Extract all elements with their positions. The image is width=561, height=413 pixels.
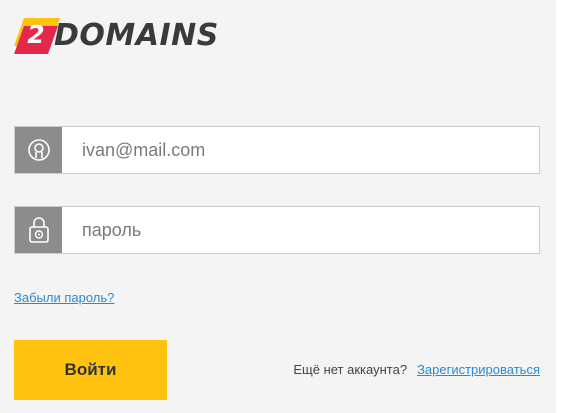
- user-icon: [15, 127, 62, 173]
- lock-icon: [15, 207, 62, 253]
- logo[interactable]: 2 DOMAINS: [14, 16, 219, 56]
- login-panel: 2 DOMAINS Забыли пароль? Войти Ещё нет: [0, 0, 556, 413]
- register-link[interactable]: Зарегистрироваться: [417, 362, 540, 377]
- email-field[interactable]: [14, 126, 540, 174]
- logo-mark: 2: [14, 16, 62, 56]
- password-input[interactable]: [62, 207, 539, 253]
- signup-question: Ещё нет аккаунта?: [293, 362, 408, 377]
- signup-row: Ещё нет аккаунта? Зарегистрироваться: [293, 362, 540, 377]
- login-button[interactable]: Войти: [14, 340, 167, 400]
- logo-digit: 2: [27, 20, 45, 49]
- logo-text: DOMAINS: [54, 18, 219, 53]
- forgot-password-link[interactable]: Забыли пароль?: [14, 290, 114, 305]
- password-field[interactable]: [14, 206, 540, 254]
- email-input[interactable]: [62, 127, 539, 173]
